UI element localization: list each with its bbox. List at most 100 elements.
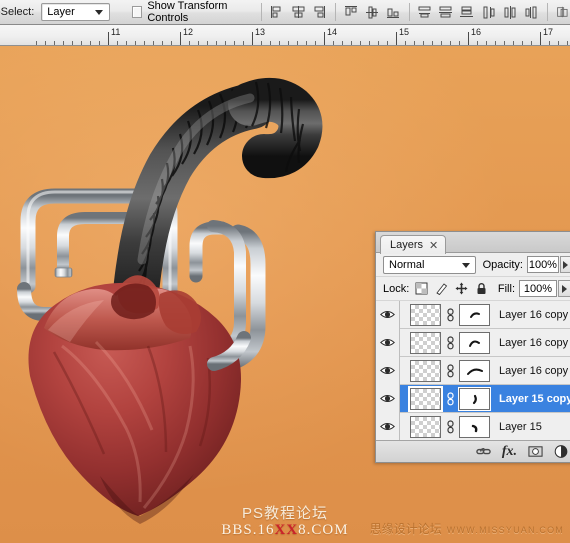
lock-all-icon[interactable]: [475, 282, 488, 295]
ruler-minor-tick: [360, 41, 361, 45]
fill-slider-arrow[interactable]: [558, 280, 570, 297]
ruler-minor-tick: [126, 41, 127, 45]
layer-visibility-toggle[interactable]: [376, 384, 400, 413]
distribute-vertical-centers-icon[interactable]: [437, 4, 454, 20]
show-transform-controls-toggle[interactable]: Show Transform Controls: [131, 0, 254, 24]
tab-layers[interactable]: Layers ✕: [380, 235, 447, 254]
add-layer-style-icon[interactable]: fx.: [502, 444, 517, 460]
layer-link-indicator[interactable]: [443, 307, 457, 322]
layer-link-indicator[interactable]: [443, 363, 457, 378]
ruler-minor-tick: [288, 41, 289, 45]
layer-visibility-toggle[interactable]: [376, 412, 400, 441]
layer-visibility-toggle[interactable]: [376, 328, 400, 357]
eye-icon: [380, 339, 395, 346]
table-row[interactable]: Layer 16 copy: [376, 328, 570, 357]
link-icon: [446, 391, 454, 405]
opacity-slider-arrow[interactable]: [559, 256, 570, 273]
select-target-dropdown[interactable]: Layer: [41, 3, 110, 21]
ruler-minor-tick: [297, 41, 298, 45]
align-bottom-edges-icon[interactable]: [385, 4, 402, 20]
fill-input[interactable]: 100%: [519, 280, 557, 297]
distribute-horizontal-group: [481, 4, 540, 20]
layers-panel[interactable]: Layers ✕ Normal Opacity: 100% Lock: Fill…: [375, 231, 570, 463]
ruler-major-tick: [180, 32, 181, 45]
layer-thumbnail[interactable]: [410, 303, 441, 326]
layer-visibility-toggle[interactable]: [376, 300, 400, 329]
auto-align-layers-icon[interactable]: [555, 4, 570, 20]
table-row[interactable]: Layer 16 copy: [376, 356, 570, 385]
ruler-minor-tick: [513, 41, 514, 45]
blend-mode-dropdown[interactable]: Normal: [383, 255, 476, 274]
ruler-minor-tick: [63, 41, 64, 45]
ruler-major-tick: [396, 32, 397, 45]
table-row[interactable]: Layer 15 copy: [376, 384, 570, 413]
ruler-minor-tick: [216, 41, 217, 45]
table-row[interactable]: Layer 15: [376, 412, 570, 441]
ruler-minor-tick: [522, 41, 523, 45]
blend-opacity-row: Normal Opacity: 100%: [376, 253, 570, 277]
checkbox-icon[interactable]: [131, 6, 143, 18]
layer-name: Layer 16 copy: [499, 336, 569, 349]
layer-link-indicator[interactable]: [443, 419, 457, 434]
link-layers-icon[interactable]: [476, 444, 491, 459]
ruler-minor-tick: [414, 41, 415, 45]
eye-icon: [380, 395, 395, 402]
align-left-edges-icon[interactable]: [269, 4, 286, 20]
ruler-minor-tick: [558, 41, 559, 45]
distribute-right-edges-icon[interactable]: [523, 4, 540, 20]
add-layer-mask-icon[interactable]: [528, 444, 543, 459]
ruler-minor-tick: [495, 41, 496, 45]
align-vertical-centers-icon[interactable]: [364, 4, 381, 20]
distribute-top-edges-icon[interactable]: [416, 4, 433, 20]
layer-mask-thumbnail[interactable]: [459, 303, 490, 326]
opacity-input[interactable]: 100%: [526, 256, 559, 273]
opacity-value: 100%: [528, 258, 557, 271]
table-row[interactable]: Layer 16 copy: [376, 300, 570, 329]
layer-name: Layer 16 copy: [499, 364, 569, 377]
horizontal-ruler[interactable]: 1112131415161718: [0, 25, 570, 46]
ruler-minor-tick: [198, 41, 199, 45]
ruler-minor-tick: [225, 41, 226, 45]
lock-position-icon[interactable]: [455, 282, 468, 295]
layer-thumbnail[interactable]: [408, 385, 443, 412]
mask-stroke-icon: [469, 340, 480, 347]
divider: [408, 3, 410, 21]
lock-image-pixels-icon[interactable]: [435, 282, 448, 295]
ruler-minor-tick: [342, 41, 343, 45]
ruler-minor-tick: [45, 41, 46, 45]
ruler-major-tick: [540, 32, 541, 45]
align-top-edges-icon[interactable]: [343, 4, 360, 20]
ruler-minor-tick: [81, 41, 82, 45]
layer-thumbnail[interactable]: [410, 359, 441, 382]
new-adjustment-layer-icon[interactable]: [554, 444, 569, 459]
layer-thumbnail[interactable]: [410, 331, 441, 354]
align-right-edges-icon[interactable]: [311, 4, 328, 20]
opacity-label: Opacity:: [482, 258, 523, 271]
divider: [260, 3, 262, 21]
distribute-left-edges-icon[interactable]: [481, 4, 498, 20]
mask-stroke-icon: [471, 424, 478, 432]
ruler-major-tick: [108, 32, 109, 45]
ruler-minor-tick: [162, 41, 163, 45]
layer-link-indicator[interactable]: [443, 335, 457, 350]
eye-icon: [380, 423, 395, 430]
layer-link-indicator[interactable]: [443, 391, 457, 406]
ruler-minor-tick: [450, 41, 451, 45]
lock-transparent-pixels-icon[interactable]: [415, 282, 428, 295]
ruler-minor-tick: [405, 41, 406, 45]
lock-icon-group: [415, 282, 488, 295]
align-horizontal-centers-icon[interactable]: [290, 4, 307, 20]
distribute-bottom-edges-icon[interactable]: [458, 4, 475, 20]
layer-mask-thumbnail[interactable]: [459, 359, 490, 382]
layer-mask-thumbnail[interactable]: [459, 331, 490, 354]
close-icon[interactable]: ✕: [429, 239, 438, 252]
distribute-horizontal-centers-icon[interactable]: [502, 4, 519, 20]
layer-thumbnail[interactable]: [410, 415, 441, 438]
ruler-minor-tick: [117, 41, 118, 45]
layer-mask-thumbnail[interactable]: [459, 415, 490, 438]
layer-visibility-toggle[interactable]: [376, 356, 400, 385]
ruler-minor-tick: [279, 41, 280, 45]
layer-mask-thumbnail[interactable]: [458, 386, 491, 411]
chevron-down-icon: [94, 10, 103, 15]
divider: [547, 3, 549, 21]
